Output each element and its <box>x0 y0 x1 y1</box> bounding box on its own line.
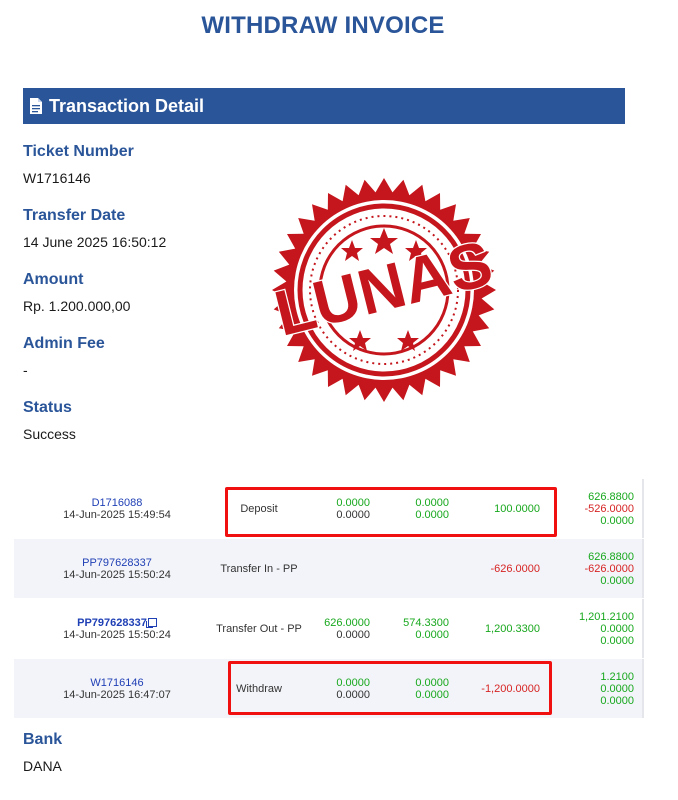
amount-value: Rp. 1.200.000,00 <box>23 298 131 314</box>
admin-fee-label: Admin Fee <box>23 335 105 352</box>
balance-cell: 1,201.2100 <box>578 610 634 623</box>
copy-icon[interactable] <box>145 618 157 628</box>
status-field: Status Success <box>23 399 76 442</box>
transfer-date-field: Transfer Date 14 June 2025 16:50:12 <box>23 207 166 250</box>
transaction-datetime: 14-Jun-2025 15:50:24 <box>63 568 171 581</box>
status-value: Success <box>23 426 76 442</box>
transaction-datetime: 14-Jun-2025 15:49:54 <box>63 508 171 521</box>
balance-cell: 0.0000 <box>600 622 634 635</box>
balance-cell: 0.0000 <box>600 682 634 695</box>
balance-cell: 0.0000 <box>600 514 634 527</box>
ticket-number-value: W1716146 <box>23 170 91 186</box>
transaction-code-link[interactable]: W1716146 <box>90 677 143 689</box>
transaction-datetime: 14-Jun-2025 16:47:07 <box>63 688 171 701</box>
amount-cell: 574.3300 <box>403 616 449 629</box>
transaction-detail-header: Transaction Detail <box>23 88 625 124</box>
withdraw-highlight-box <box>228 661 552 715</box>
invoice-title: WITHDRAW INVOICE <box>201 12 445 39</box>
document-icon <box>30 98 42 114</box>
transaction-code-link[interactable]: D1716088 <box>92 497 143 509</box>
amount-cell: 0.0000 <box>336 628 370 641</box>
ticket-number-field: Ticket Number W1716146 <box>23 143 134 186</box>
transfer-date-value: 14 June 2025 16:50:12 <box>23 234 167 250</box>
admin-fee-field: Admin Fee - <box>23 335 105 378</box>
admin-fee-value: - <box>23 362 28 378</box>
balance-cell: 0.0000 <box>600 574 634 587</box>
amount-cell: 626.0000 <box>324 616 370 629</box>
deposit-highlight-box <box>225 487 557 537</box>
section-title: Transaction Detail <box>49 95 205 116</box>
transaction-type: Transfer Out - PP <box>216 622 302 635</box>
table-row: PP797628337 14-Jun-2025 15:50:24 Transfe… <box>14 538 644 598</box>
balance-cell: -526.0000 <box>584 502 634 515</box>
bank-field: Bank DANA <box>23 731 62 774</box>
balance-cell: 0.0000 <box>600 694 634 707</box>
amount-cell: -626.0000 <box>490 562 540 575</box>
table-row: PP797628337 14-Jun-2025 15:50:24 Transfe… <box>14 598 644 658</box>
bank-label: Bank <box>23 731 63 748</box>
transaction-datetime: 14-Jun-2025 15:50:24 <box>63 628 171 641</box>
balance-cell: 626.8800 <box>588 550 634 563</box>
transaction-code-link[interactable]: PP797628337 <box>82 557 152 569</box>
bank-value: DANA <box>23 758 62 774</box>
amount-cell: 1,200.3300 <box>484 622 540 635</box>
amount-label: Amount <box>23 271 84 288</box>
lunas-stamp-icon: LUNAS <box>267 178 500 402</box>
transaction-type: Transfer In - PP <box>220 562 298 575</box>
balance-cell: 1.2100 <box>600 670 634 683</box>
balance-cell: 0.0000 <box>600 634 634 647</box>
transaction-code-link[interactable]: PP797628337 <box>77 617 157 629</box>
ticket-number-label: Ticket Number <box>23 143 134 160</box>
amount-field: Amount Rp. 1.200.000,00 <box>23 271 130 314</box>
status-label: Status <box>23 399 72 416</box>
balance-cell: -626.0000 <box>584 562 634 575</box>
amount-cell: 0.0000 <box>415 628 449 641</box>
balance-cell: 626.8800 <box>588 490 634 503</box>
transfer-date-label: Transfer Date <box>23 207 126 224</box>
